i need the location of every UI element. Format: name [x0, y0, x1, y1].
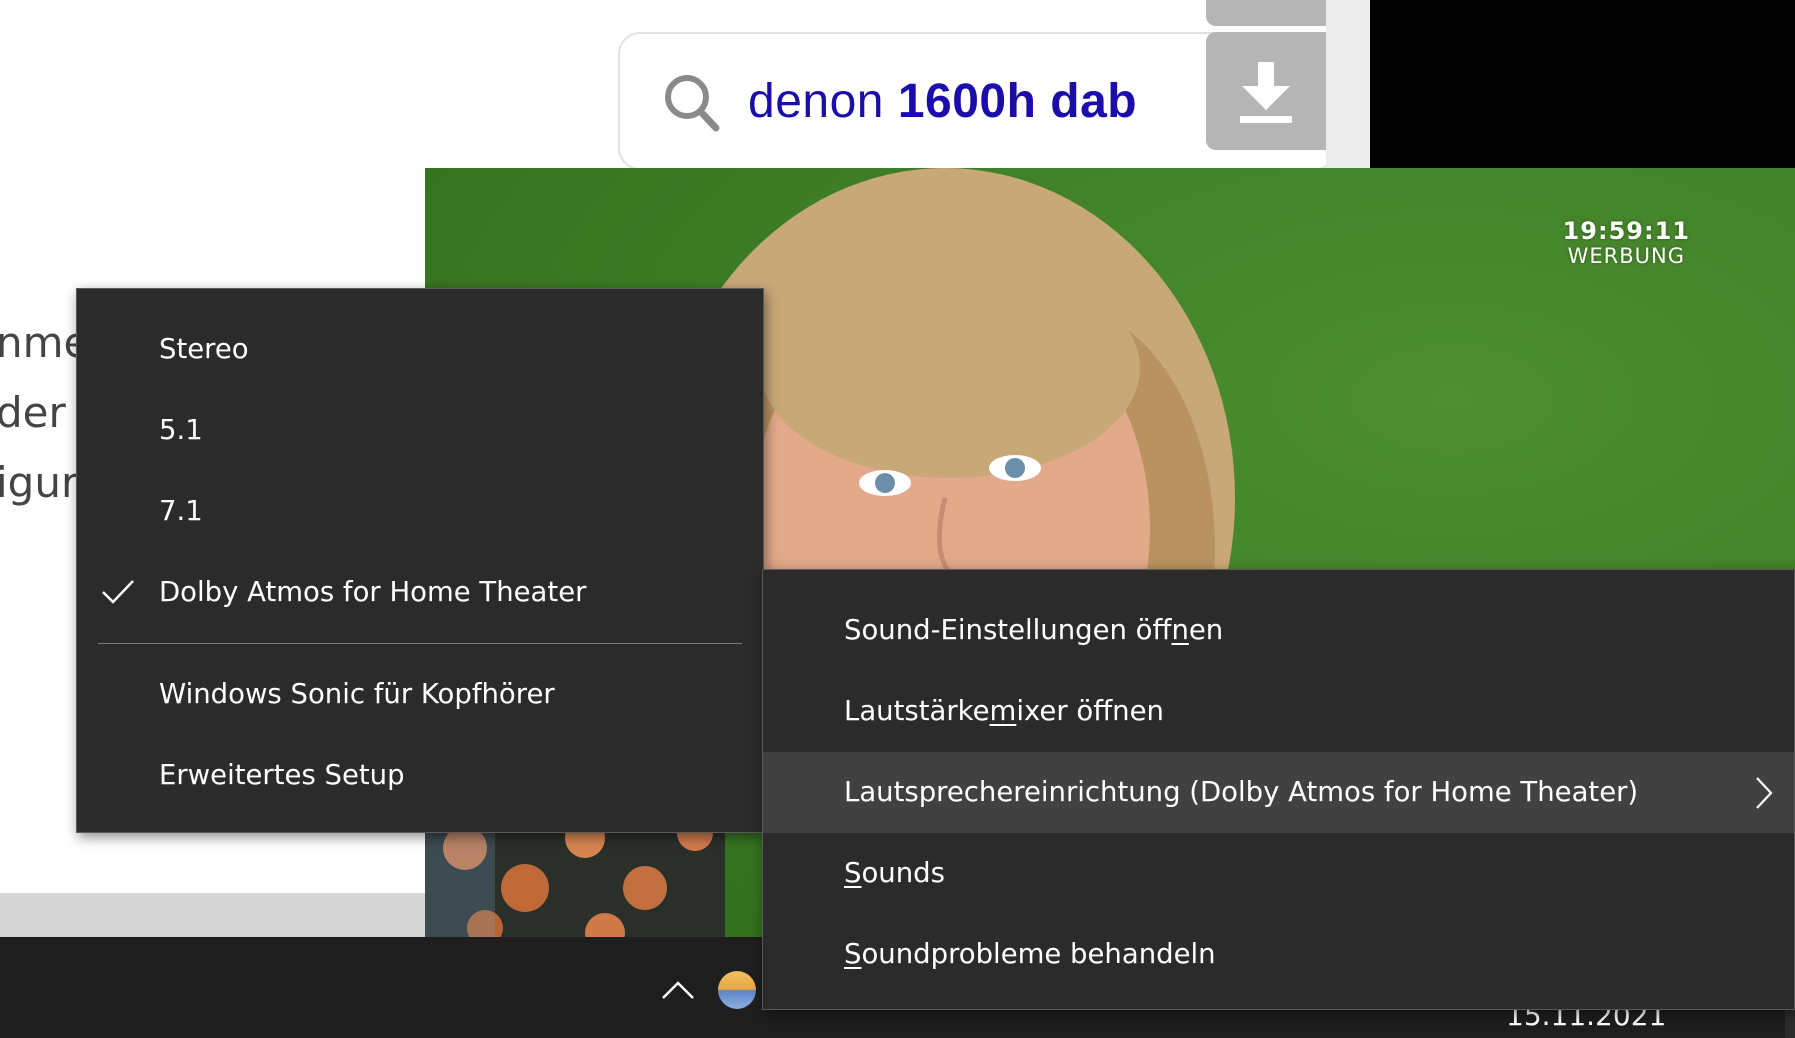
download-button[interactable]	[1206, 32, 1326, 150]
menu-item-windows-sonic[interactable]: Windows Sonic für Kopfhörer	[77, 654, 763, 735]
page-scrollbar-track[interactable]	[1326, 0, 1370, 168]
search-icon	[665, 75, 720, 132]
checkmark-icon	[102, 580, 134, 604]
speaker-setup-submenu: Stereo 5.1 7.1 Dolby Atmos for Home Thea…	[76, 288, 764, 833]
tray-app-icon[interactable]	[718, 971, 756, 1009]
menu-item-5-1[interactable]: 5.1	[77, 390, 763, 471]
menu-item-label: Erweitertes Setup	[159, 759, 405, 791]
video-label: WERBUNG	[1567, 244, 1685, 268]
download-button-top-edge	[1206, 0, 1326, 26]
accelerator-key: S	[844, 857, 862, 889]
menu-item-label: Lautstärkemixer öffnen	[844, 695, 1164, 727]
show-hidden-icons-chevron-icon[interactable]	[660, 979, 696, 1001]
menu-item-label: Sound-Einstellungen öffnen	[844, 614, 1224, 646]
menu-item-label: 7.1	[159, 495, 203, 527]
menu-separator	[98, 643, 742, 644]
menu-item-label: Windows Sonic für Kopfhörer	[159, 678, 555, 710]
horizontal-scrollbar[interactable]	[0, 893, 425, 937]
search-query-regular: denon	[748, 75, 898, 128]
menu-item-label: Stereo	[159, 333, 249, 365]
menu-item-dolby-atmos[interactable]: Dolby Atmos for Home Theater	[77, 552, 763, 633]
menu-item-open-sound-settings[interactable]: Sound-Einstellungen öffnen	[763, 590, 1794, 671]
menu-item-label: Sounds	[844, 857, 945, 889]
menu-item-advanced-setup[interactable]: Erweitertes Setup	[77, 735, 763, 816]
search-query-text[interactable]: denon 1600h dab	[748, 74, 1137, 129]
accelerator-key: n	[1171, 614, 1189, 646]
black-panel	[1370, 0, 1795, 168]
video-time: 19:59:11	[1562, 217, 1690, 245]
video-overlay: 19:59:11 WERBUNG	[1563, 218, 1690, 268]
accelerator-key: S	[844, 938, 862, 970]
menu-item-troubleshoot-sound[interactable]: Soundprobleme behandeln	[763, 914, 1794, 995]
menu-item-label: Soundprobleme behandeln	[844, 938, 1216, 970]
menu-item-7-1[interactable]: 7.1	[77, 471, 763, 552]
menu-item-label: Lautsprechereinrichtung (Dolby Atmos for…	[844, 776, 1639, 808]
download-icon	[1240, 62, 1292, 123]
accelerator-key: m	[989, 695, 1017, 727]
menu-item-sounds[interactable]: Sounds	[763, 833, 1794, 914]
menu-item-speaker-setup[interactable]: Lautsprechereinrichtung (Dolby Atmos for…	[763, 752, 1794, 833]
chevron-right-icon	[1756, 777, 1773, 809]
search-query-bold: 1600h dab	[897, 75, 1138, 128]
menu-item-stereo[interactable]: Stereo	[77, 309, 763, 390]
sound-context-menu: Sound-Einstellungen öffnen Lautstärkemix…	[762, 569, 1795, 1010]
menu-item-label: Dolby Atmos for Home Theater	[159, 576, 587, 608]
menu-item-label: 5.1	[159, 414, 203, 446]
menu-item-open-volume-mixer[interactable]: Lautstärkemixer öffnen	[763, 671, 1794, 752]
